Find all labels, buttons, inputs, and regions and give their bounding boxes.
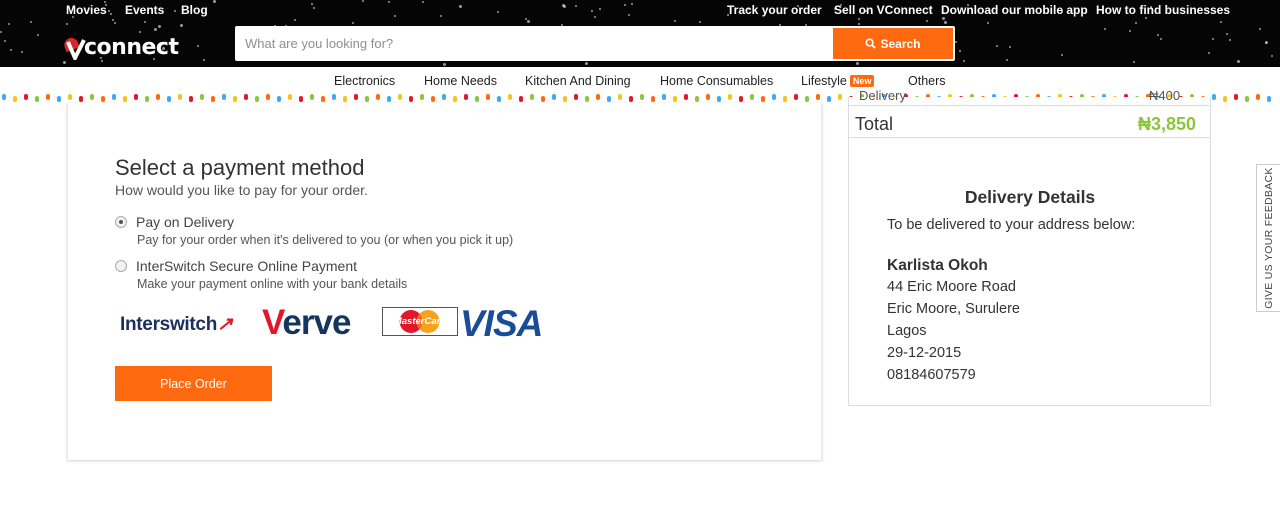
address-city: Lagos xyxy=(887,323,927,339)
logo-text: connect xyxy=(84,34,179,60)
search-icon xyxy=(865,38,877,49)
nav-link-find-businesses[interactable]: How to find businesses xyxy=(1096,3,1230,17)
order-total-row: Total ₦3,850 xyxy=(849,105,1211,138)
delivery-date: 29-12-2015 xyxy=(887,345,962,361)
payment-subtitle: How would you like to pay for your order… xyxy=(115,182,368,198)
radio-interswitch[interactable] xyxy=(115,260,127,272)
option-label: Pay on Delivery xyxy=(136,214,235,230)
option-description: Pay for your order when it's delivered t… xyxy=(137,233,514,247)
nav-link-events[interactable]: Events xyxy=(125,3,164,17)
search-button-label: Search xyxy=(880,36,921,51)
address-line-1: 44 Eric Moore Road xyxy=(887,279,1016,295)
vconnect-logo[interactable]: connect xyxy=(62,34,179,60)
top-header: Movies Events Blog Track your order Sell… xyxy=(0,0,1280,67)
total-label: Total xyxy=(855,114,894,134)
payment-card: Select a payment method How would you li… xyxy=(67,103,822,460)
payment-title: Select a payment method xyxy=(115,155,365,180)
new-badge: New xyxy=(849,75,875,87)
category-lifestyle-label: Lifestyle xyxy=(801,74,847,88)
delivery-fee-value: ₦400 xyxy=(1149,88,1181,103)
recipient-name: Karlista Okoh xyxy=(887,257,988,274)
category-electronics[interactable]: Electronics xyxy=(334,74,395,88)
santa-hat-icon xyxy=(62,35,86,60)
mastercard-logo: MasterCard xyxy=(382,307,458,336)
search-input[interactable] xyxy=(235,26,832,61)
nav-link-movies[interactable]: Movies xyxy=(66,3,107,17)
address-line-2: Eric Moore, Surulere xyxy=(887,301,1020,317)
delivery-fee-label: Delivery xyxy=(859,88,906,103)
nav-link-sell[interactable]: Sell on VConnect xyxy=(834,3,933,17)
category-home-needs[interactable]: Home Needs xyxy=(424,74,497,88)
feedback-tab[interactable]: GIVE US YOUR FEEDBACK xyxy=(1256,164,1280,312)
verve-logo: Verve xyxy=(262,303,351,342)
category-home-consumables[interactable]: Home Consumables xyxy=(660,74,773,88)
search-bar: Search xyxy=(235,26,955,61)
search-button[interactable]: Search xyxy=(833,28,953,59)
visa-logo: VISA xyxy=(460,303,543,344)
delivery-details-subtitle: To be delivered to your address below: xyxy=(887,217,1136,233)
option-label: InterSwitch Secure Online Payment xyxy=(136,258,357,274)
nav-link-mobile-app[interactable]: Download our mobile app xyxy=(941,3,1088,17)
interswitch-logo: Interswitch↗ xyxy=(120,314,233,335)
place-order-button[interactable]: Place Order xyxy=(115,366,272,401)
option-description: Make your payment online with your bank … xyxy=(137,277,408,291)
category-kitchen-dining[interactable]: Kitchen And Dining xyxy=(525,74,631,88)
phone-number: 08184607579 xyxy=(887,367,976,383)
total-value: ₦3,850 xyxy=(1137,114,1196,134)
order-summary-panel: Delivery ₦400 Total ₦3,850 Delivery Deta… xyxy=(848,88,1211,406)
category-nav: Electronics Home Needs Kitchen And Dinin… xyxy=(0,67,1280,95)
delivery-details-title: Delivery Details xyxy=(964,187,1096,207)
radio-pay-on-delivery[interactable] xyxy=(115,216,127,228)
category-lifestyle[interactable]: Lifestyle New xyxy=(801,74,875,88)
category-others[interactable]: Others xyxy=(908,74,946,88)
feedback-tab-label: GIVE US YOUR FEEDBACK xyxy=(1262,167,1275,309)
nav-link-blog[interactable]: Blog xyxy=(181,3,208,17)
nav-link-track-order[interactable]: Track your order xyxy=(727,3,822,17)
